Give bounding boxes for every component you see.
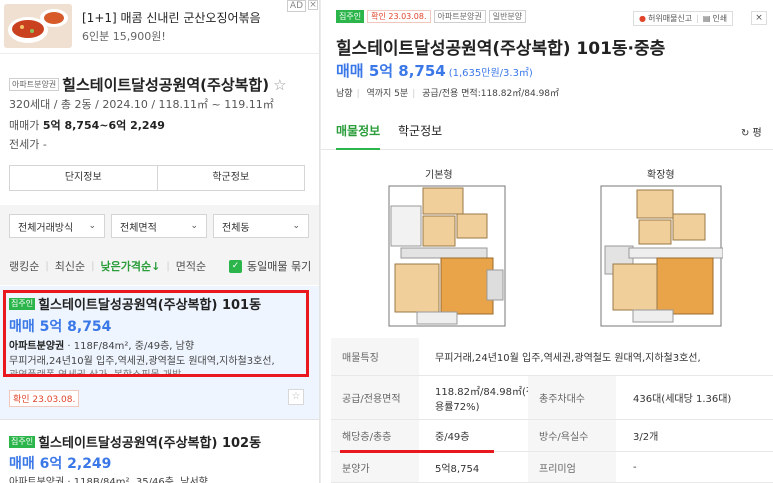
- row-header-2: 총주차대수: [528, 376, 616, 419]
- sort-ranking[interactable]: 랭킹순: [9, 258, 39, 274]
- print-icon: ▤: [702, 14, 711, 23]
- highlight-underline: [340, 450, 494, 453]
- complex-meta: 320세대 / 총 2동 / 2024.10 / 118.11㎡ ~ 119.1…: [9, 98, 274, 111]
- tab-listing-info[interactable]: 매물정보: [336, 122, 380, 139]
- table-row: 공급/전용면적 118.82㎡/84.98㎡(전 용률72%) 총주차대수 43…: [331, 376, 773, 420]
- trade-type-select[interactable]: 전체거래방식 ⌄: [9, 214, 105, 238]
- area-value-line1: 118.82㎡/84.98㎡(전: [435, 386, 536, 398]
- chevron-down-icon: ⌄: [190, 221, 198, 231]
- chevron-down-icon: ⌄: [88, 221, 96, 231]
- refresh-button[interactable]: ↻ 평: [741, 124, 762, 139]
- row-value-2: -: [633, 461, 637, 473]
- complex-type-tag: 아파트분양권: [9, 78, 60, 91]
- listing-name[interactable]: 힐스테이트달성공원역(주상복합) 102동: [38, 436, 261, 451]
- detail-price-value: 매매 5억 8,754: [336, 62, 446, 80]
- ad-banner[interactable]: [1+1] 매콤 신내린 군산오징어볶음 6인분 15,900원! AD ×: [0, 0, 319, 54]
- type-tag: 아파트분양권: [433, 10, 486, 23]
- sort-latest[interactable]: 최신순: [55, 258, 85, 274]
- detail-tabs: 매물정보 학군정보 ↻ 평: [321, 112, 773, 150]
- confirm-date-badge: 확인 23.03.08.: [367, 10, 431, 23]
- ad-close-icon[interactable]: ×: [308, 0, 318, 10]
- complex-name[interactable]: 힐스테이트달성공원역(주상복합): [62, 76, 269, 94]
- row-header: 매물특징: [331, 338, 419, 375]
- siren-icon: ●: [639, 14, 646, 23]
- detail-title: 힐스테이트달성공원역(주상복합) 101동·중층: [336, 39, 666, 59]
- station-distance: 역까지 5분: [366, 89, 409, 99]
- row-header-2: 방수/욕실수: [528, 420, 616, 451]
- row-value: 무피거래,24년10월 입주,역세권,광역철도 원대역,지하철3호선,: [435, 353, 701, 364]
- row-header: 해당층/총층: [331, 420, 419, 451]
- price-per-area: (1,635만원/3.3㎡): [448, 68, 533, 79]
- listing-price: 매매 6억 2,249: [9, 456, 112, 472]
- owner-badge: 집주인: [9, 435, 36, 448]
- trade-type-value: 전체거래방식: [18, 222, 74, 234]
- plan-ext-label: 확장형: [647, 170, 675, 181]
- dong-value: 전체동: [222, 222, 250, 234]
- row-value: 중/49층: [435, 432, 470, 443]
- filter-bar: 전체거래방식 ⌄ 전체면적 ⌄ 전체동 ⌄: [9, 214, 309, 238]
- sort-area[interactable]: 면적순: [176, 258, 206, 274]
- ad-thumbnail[interactable]: [4, 4, 72, 48]
- table-row: 분양가 5억8,754 프리미엄 -: [331, 452, 773, 483]
- detail-price: 매매 5억 8,754 (1,635만원/3.3㎡): [336, 60, 533, 81]
- ad-title[interactable]: [1+1] 매콤 신내린 군산오징어볶음: [82, 9, 261, 26]
- floor-plan-basic[interactable]: [387, 184, 507, 328]
- detail-panel: 집주인 확인 23.03.08. 아파트분양권 일반분양 ● 허위매물신고 | …: [321, 0, 773, 483]
- area-value-line2: 용률72%): [435, 401, 480, 413]
- tab-school-info[interactable]: 학군정보: [398, 122, 442, 139]
- row-header-2: 프리미엄: [528, 452, 616, 482]
- row-value-2: 3/2개: [633, 432, 659, 443]
- price-range-label: 매매가: [9, 119, 40, 132]
- row-value: 5억8,754: [435, 463, 480, 475]
- sort-low-price[interactable]: 낮은가격순↓: [101, 258, 161, 274]
- area-info: 공급/전용 면적:118.82㎡/84.98㎡: [422, 89, 560, 99]
- report-button[interactable]: 허위매물신고: [648, 13, 692, 24]
- area-select[interactable]: 전체면적 ⌄: [111, 214, 207, 238]
- price-range: 매매가 5억 8,754~6억 2,249: [9, 117, 165, 133]
- jeonse-price: 전세가 -: [9, 138, 47, 151]
- price-range-value: 5억 8,754~6억 2,249: [42, 119, 165, 132]
- complex-tabs: 단지정보 학군정보: [9, 165, 305, 191]
- detail-tags: 집주인 확인 23.03.08. 아파트분양권 일반분양: [336, 10, 527, 23]
- owner-badge: 집주인: [336, 10, 365, 23]
- print-button[interactable]: 인쇄: [712, 13, 727, 24]
- dong-select[interactable]: 전체동 ⌄: [213, 214, 309, 238]
- favorite-star-icon[interactable]: ☆: [273, 76, 286, 94]
- ad-badge: AD: [286, 0, 306, 12]
- school-info-button[interactable]: 학군정보: [156, 166, 305, 190]
- detail-info: 남향 | 역까지 5분 | 공급/전용 면적:118.82㎡/84.98㎡: [336, 89, 560, 99]
- row-header: 분양가: [331, 452, 419, 482]
- ad-subtitle: 6인분 15,900원!: [82, 30, 166, 43]
- sale-tag: 일반분양: [488, 10, 527, 23]
- highlight-box: [3, 290, 309, 377]
- close-icon[interactable]: ×: [751, 11, 767, 25]
- direction: 남향: [336, 89, 353, 99]
- checkbox-checked-icon[interactable]: ✓: [229, 259, 242, 273]
- row-header: 공급/전용면적: [331, 376, 419, 419]
- listing-item[interactable]: 집주인 힐스테이트달성공원역(주상복합) 102동 매매 6억 2,249 아파트…: [0, 420, 319, 483]
- listing-detail: 아파트분양권 · 118B/84m², 35/46층, 남서향: [9, 477, 208, 483]
- table-row: 매물특징 무피거래,24년10월 입주,역세권,광역철도 원대역,지하철3호선,: [331, 338, 773, 376]
- same-listing-toggle[interactable]: ✓ 동일매물 묶기: [229, 258, 311, 274]
- confirm-date-badge: 확인 23.03.08.: [9, 390, 80, 407]
- active-tab-underline: [336, 148, 380, 150]
- area-value: 전체면적: [120, 222, 157, 234]
- sort-options: 랭킹순 | 최신순 | 낮은가격순↓ | 면적순: [9, 258, 207, 274]
- same-listing-label: 동일매물 묶기: [247, 260, 312, 273]
- chevron-down-icon: ⌄: [292, 221, 300, 231]
- floor-plan-extended[interactable]: [599, 184, 723, 328]
- favorite-star-icon[interactable]: ☆: [288, 389, 304, 405]
- listing-panel: [1+1] 매콤 신내린 군산오징어볶음 6인분 15,900원! AD × 아…: [0, 0, 320, 483]
- row-value-2: 436대(세대당 1.36대): [633, 394, 732, 405]
- complex-info-button[interactable]: 단지정보: [10, 166, 157, 190]
- plan-basic-label: 기본형: [425, 170, 453, 181]
- table-row: 해당층/총층 중/49층 방수/욕실수 3/2개: [331, 420, 773, 452]
- detail-tools: ● 허위매물신고 | ▤ 인쇄: [633, 11, 734, 26]
- row-value: 118.82㎡/84.98㎡(전 용률72%): [435, 376, 535, 419]
